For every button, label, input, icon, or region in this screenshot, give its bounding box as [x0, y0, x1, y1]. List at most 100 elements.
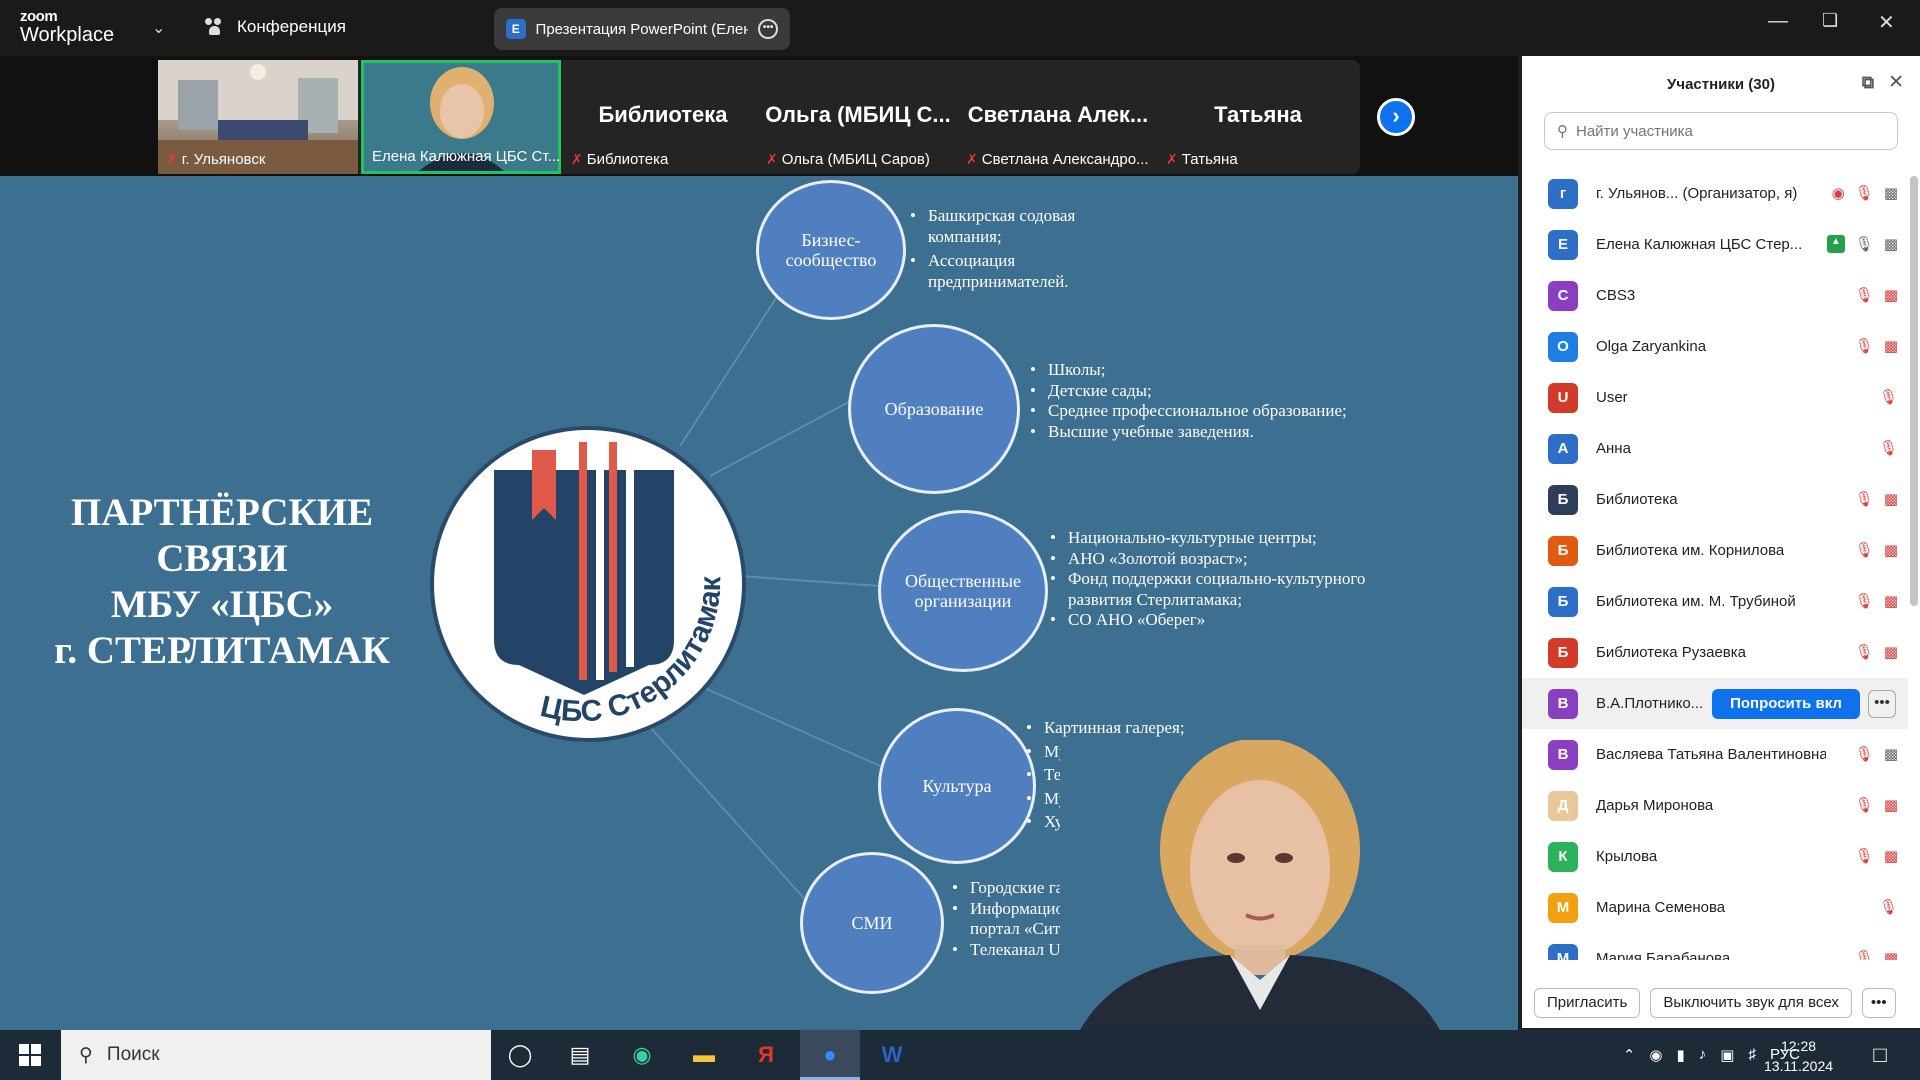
- participant-status-icons: 🎙 ▩: [1855, 337, 1898, 355]
- battery-icon[interactable]: ▮: [1677, 1046, 1685, 1064]
- powerpoint-icon: E: [506, 19, 526, 39]
- camera-off-icon[interactable]: ▩: [1884, 592, 1898, 610]
- mic-off-icon[interactable]: 🎙: [1879, 898, 1898, 916]
- close-panel-icon[interactable]: ✕: [1888, 71, 1904, 94]
- avatar: А: [1548, 433, 1578, 464]
- mic-icon[interactable]: 🎙: [1855, 235, 1874, 253]
- pop-out-icon[interactable]: ⧉: [1862, 73, 1874, 93]
- invite-button[interactable]: Пригласить: [1534, 988, 1641, 1018]
- camera-icon[interactable]: ▩: [1884, 745, 1898, 763]
- participant-status-icons: 🎙: [1879, 388, 1898, 406]
- meet-icon[interactable]: ◉: [1649, 1046, 1662, 1064]
- participant-row[interactable]: O Olga Zaryankina 🎙 ▩: [1522, 321, 1908, 372]
- restore-icon[interactable]: ❏: [1822, 10, 1838, 31]
- more-options-icon[interactable]: •••: [758, 19, 778, 39]
- avatar: В: [1548, 739, 1578, 770]
- video-tile-elena[interactable]: Елена Калюжная ЦБС Ст...: [361, 60, 561, 174]
- avatar: U: [1548, 382, 1578, 413]
- participant-row[interactable]: Б Библиотека Рузаевка 🎙 ▩: [1522, 627, 1908, 678]
- task-view-icon[interactable]: ▤: [564, 1039, 596, 1071]
- microphone-icon[interactable]: ♪: [1699, 1046, 1707, 1064]
- participant-row[interactable]: В В.А.Плотнико... Попросить вкл •••: [1522, 678, 1908, 729]
- more-icon[interactable]: •••: [1868, 690, 1896, 718]
- participant-row[interactable]: Б Библиотека им. Корнилова 🎙 ▩: [1522, 525, 1908, 576]
- mic-off-icon[interactable]: 🎙: [1855, 745, 1874, 763]
- windows-start-icon[interactable]: [14, 1039, 46, 1071]
- video-tile-ulyanovsk[interactable]: ✗ г. Ульяновск: [158, 60, 358, 174]
- camera-icon[interactable]: ▩: [1884, 235, 1898, 253]
- mic-off-icon[interactable]: 🎙: [1855, 184, 1874, 202]
- yandex-browser-icon[interactable]: Я: [750, 1039, 782, 1071]
- cortana-icon[interactable]: ◯: [504, 1039, 536, 1071]
- participant-status-icons: ▲ 🎙 ▩: [1826, 235, 1898, 253]
- video-tile-library[interactable]: Библиотека ✗ Библиотека: [563, 60, 763, 174]
- chevron-down-icon[interactable]: ⌄: [152, 18, 165, 38]
- camera-off-icon[interactable]: ▩: [1884, 643, 1898, 661]
- participant-row[interactable]: Б Библиотека 🎙 ▩: [1522, 474, 1908, 525]
- participants-panel: Участники (30) ⧉ ✕ ⚲ г г. Ульянов... (Орг…: [1522, 56, 1920, 1028]
- recording-icon[interactable]: ◉: [1832, 184, 1845, 202]
- participant-row[interactable]: г г. Ульянов... (Организатор, я) ◉ 🎙 ▩: [1522, 168, 1908, 219]
- participant-name: В.А.Плотнико...: [1596, 695, 1704, 712]
- search-input[interactable]: [1576, 122, 1876, 140]
- mic-off-icon[interactable]: 🎙: [1855, 286, 1874, 304]
- video-tile-tatyana[interactable]: Татьяна ✗ Татьяна: [1158, 60, 1358, 174]
- mic-off-icon[interactable]: 🎙: [1855, 949, 1874, 960]
- search-icon: ⚲: [1557, 123, 1568, 140]
- minimize-icon[interactable]: —: [1768, 10, 1788, 33]
- clock[interactable]: 12:28 13.11.2024: [1764, 1036, 1833, 1076]
- node-public-orgs: Общественные организации: [878, 510, 1048, 672]
- camera-off-icon[interactable]: ▩: [1884, 847, 1898, 865]
- mute-all-button[interactable]: Выключить звук для всех: [1650, 988, 1852, 1018]
- mic-off-icon[interactable]: 🎙: [1855, 796, 1874, 814]
- mic-off-icon[interactable]: 🎙: [1855, 337, 1874, 355]
- taskbar-search[interactable]: ⚲ Поиск: [61, 1030, 491, 1080]
- camera-off-icon[interactable]: ▩: [1884, 796, 1898, 814]
- file-explorer-icon[interactable]: ▬: [688, 1039, 720, 1071]
- word-icon[interactable]: W: [876, 1039, 908, 1071]
- video-tile-olga[interactable]: Ольга (МБИЦ С... ✗ Ольга (МБИЦ Саров): [758, 60, 958, 174]
- mic-off-icon[interactable]: 🎙: [1855, 592, 1874, 610]
- speaker-video-overlay[interactable]: [1060, 740, 1460, 1030]
- participant-name: CBS3: [1596, 287, 1636, 304]
- screen-share-icon[interactable]: ▲: [1826, 235, 1845, 253]
- search-icon: ⚲: [79, 1044, 93, 1066]
- volume-icon[interactable]: ♯: [1748, 1046, 1756, 1064]
- network-icon[interactable]: ▣: [1720, 1046, 1734, 1064]
- camera-off-icon[interactable]: ▩: [1884, 286, 1898, 304]
- notifications-icon[interactable]: □: [1864, 1039, 1896, 1071]
- participant-row[interactable]: Б Библиотека им. М. Трубиной 🎙 ▩: [1522, 576, 1908, 627]
- mic-off-icon[interactable]: 🎙: [1855, 541, 1874, 559]
- conference-info-button[interactable]: Конференция: [205, 17, 346, 37]
- camera-off-icon[interactable]: ▩: [1884, 337, 1898, 355]
- mic-off-icon[interactable]: 🎙: [1879, 388, 1898, 406]
- participant-row[interactable]: В Васляева Татьяна Валентиновна 🎙 ▩: [1522, 729, 1908, 780]
- shared-screen-pill[interactable]: E Презентация PowerPoint (Елена •••: [494, 8, 790, 50]
- video-tile-svetlana[interactable]: Светлана Алек... ✗ Светлана Александро...: [958, 60, 1158, 174]
- mic-off-icon[interactable]: 🎙: [1879, 439, 1898, 457]
- participant-row[interactable]: Д Дарья Миронова 🎙 ▩: [1522, 780, 1908, 831]
- participant-row[interactable]: М Марина Семенова 🎙: [1522, 882, 1908, 933]
- camera-off-icon[interactable]: ▩: [1884, 490, 1898, 508]
- next-page-button[interactable]: ›: [1377, 98, 1415, 136]
- close-icon[interactable]: ✕: [1878, 10, 1895, 35]
- participant-row[interactable]: C CBS3 🎙 ▩: [1522, 270, 1908, 321]
- participant-row[interactable]: М Мария Барабанова 🎙 ▩: [1522, 933, 1908, 960]
- mic-off-icon[interactable]: 🎙: [1855, 847, 1874, 865]
- camera-icon[interactable]: ▩: [1884, 184, 1898, 202]
- zoom-taskbar-icon[interactable]: ●: [814, 1039, 846, 1071]
- mic-off-icon[interactable]: 🎙: [1855, 490, 1874, 508]
- participant-row[interactable]: U User 🎙: [1522, 372, 1908, 423]
- participant-search[interactable]: ⚲: [1544, 112, 1898, 150]
- participant-row[interactable]: К Крылова 🎙 ▩: [1522, 831, 1908, 882]
- camera-off-icon[interactable]: ▩: [1884, 949, 1898, 960]
- more-icon[interactable]: •••: [1861, 988, 1896, 1018]
- participant-row[interactable]: А Анна 🎙: [1522, 423, 1908, 474]
- mic-off-icon[interactable]: 🎙: [1855, 643, 1874, 661]
- edge-icon[interactable]: ◉: [626, 1039, 658, 1071]
- chevron-up-icon[interactable]: ⌃: [1623, 1046, 1636, 1064]
- participant-row[interactable]: Е Елена Калюжная ЦБС Стер... ▲ 🎙 ▩: [1522, 219, 1908, 270]
- ask-to-unmute-button[interactable]: Попросить вкл: [1712, 689, 1860, 719]
- camera-off-icon[interactable]: ▩: [1884, 541, 1898, 559]
- scrollbar[interactable]: [1910, 176, 1918, 606]
